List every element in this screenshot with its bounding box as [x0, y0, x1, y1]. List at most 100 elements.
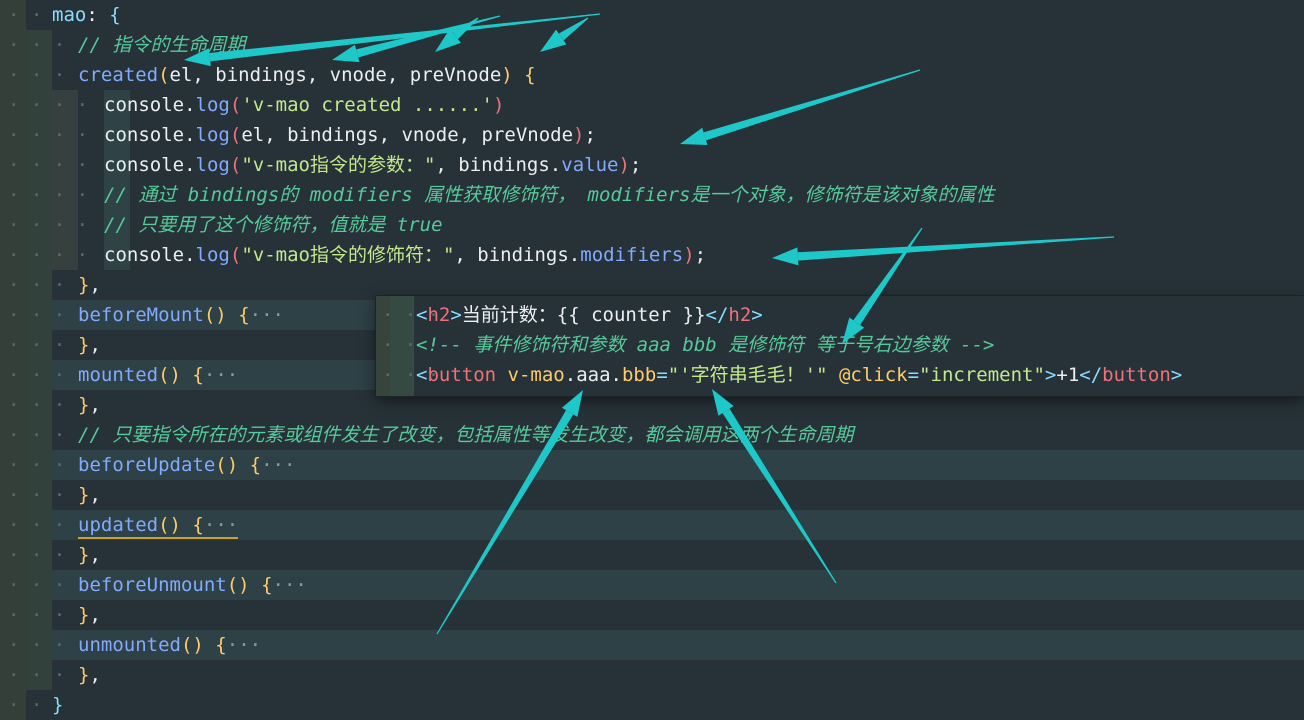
- code-token: ,: [435, 154, 459, 176]
- code-token: h2: [427, 304, 451, 326]
- code-line-text: // 指令的生命周期: [78, 30, 245, 60]
- code-token: >: [751, 304, 763, 326]
- indent-dots: · · ·: [8, 454, 77, 476]
- indent-dots: · · ·: [8, 484, 77, 506]
- code-token: .: [184, 124, 196, 146]
- code-token: ,: [89, 334, 101, 356]
- code-token: el, bindings, vnode, preVnode: [241, 124, 574, 146]
- code-token: ,: [89, 664, 101, 686]
- code-token: mounted: [78, 364, 159, 386]
- code-token: "v-mao指令的参数：": [241, 154, 436, 176]
- code-token: el, bindings, vnode, preVnode: [169, 64, 502, 86]
- code-token: {: [192, 364, 204, 386]
- overlay-code-line[interactable]: · · · <button v-mao.aaa.bbb="'字符串毛毛！'" @c…: [376, 360, 1304, 390]
- code-line[interactable]: · · }: [0, 690, 1304, 720]
- code-line[interactable]: · · · },: [0, 480, 1304, 510]
- code-token: (: [229, 124, 242, 146]
- code-token: log: [195, 94, 230, 116]
- indent-dots: · · ·: [8, 574, 77, 596]
- code-token: (): [158, 364, 181, 386]
- code-line[interactable]: · · · unmounted() {···: [0, 630, 1304, 660]
- code-token: v-mao: [507, 364, 565, 386]
- code-token: ···: [226, 634, 262, 656]
- code-token: bindings: [477, 244, 569, 266]
- code-token: ,: [89, 274, 101, 296]
- code-token: "increment": [919, 364, 1045, 386]
- indent-dots: · ·: [8, 694, 54, 716]
- code-token: mao: [52, 4, 87, 26]
- code-token: beforeUnmount: [78, 574, 227, 596]
- code-token: (): [180, 634, 204, 656]
- code-line[interactable]: · · · },: [0, 660, 1304, 690]
- code-line[interactable]: · · · created(el, bindings, vnode, preVn…: [0, 60, 1304, 90]
- code-token: {: [109, 4, 121, 26]
- indent-dots: · · ·: [8, 664, 77, 686]
- code-line-text: console.log(el, bindings, vnode, preVnod…: [104, 120, 596, 150]
- indent-dots: · · ·: [8, 364, 77, 386]
- code-token: .: [184, 154, 196, 176]
- code-token: {: [215, 634, 227, 656]
- code-token: ): [618, 154, 630, 176]
- code-token: value: [561, 154, 619, 176]
- code-token: // 只要用了这个修饰符，值就是 true: [104, 214, 443, 236]
- code-token: </: [1079, 364, 1103, 386]
- code-line[interactable]: · · · · console.log('v-mao created .....…: [0, 90, 1304, 120]
- code-line[interactable]: · · · beforeUnmount() {···: [0, 570, 1304, 600]
- code-line-text: mounted() {···: [78, 360, 238, 390]
- overlay-code-line[interactable]: · · · <h2>当前计数：{{ counter }}</h2>: [376, 300, 1304, 330]
- code-token: }: [78, 544, 90, 566]
- code-line[interactable]: · · · · console.log("v-mao指令的参数：", bindi…: [0, 150, 1304, 180]
- code-token: "'字符串毛毛！'": [667, 364, 828, 386]
- overlay-code-line[interactable]: · · · <!-- 事件修饰符和参数 aaa bbb 是修饰符 等于号右边参数 …: [376, 330, 1304, 360]
- code-token: {: [261, 574, 273, 596]
- code-line[interactable]: · · · updated() {···: [0, 510, 1304, 540]
- code-token: button: [427, 364, 497, 386]
- code-line[interactable]: · · mao: {: [0, 0, 1304, 30]
- code-line[interactable]: · · · // 指令的生命周期: [0, 30, 1304, 60]
- overlay-line-text: <h2>当前计数：{{ counter }}</h2>: [416, 300, 763, 330]
- code-line[interactable]: · · · · console.log("v-mao指令的修饰符：", bind…: [0, 240, 1304, 270]
- code-line-text: },: [78, 330, 101, 360]
- code-token: {: [238, 304, 250, 326]
- code-line-text: },: [78, 660, 101, 690]
- code-token: (: [229, 154, 242, 176]
- code-token: ): [492, 94, 505, 116]
- code-token: ···: [203, 514, 239, 536]
- code-line-text: }: [52, 690, 63, 720]
- code-token: bbb: [621, 364, 657, 386]
- code-token: ···: [203, 364, 239, 386]
- code-token: </: [705, 304, 729, 326]
- code-token: (): [226, 574, 250, 596]
- code-line[interactable]: · · · · // 通过 bindings的 modifiers 属性获取修饰…: [0, 180, 1304, 210]
- code-token: aaa: [576, 364, 611, 386]
- indent-dots: · · ·: [8, 334, 77, 356]
- code-line[interactable]: · · · beforeUpdate() {···: [0, 450, 1304, 480]
- code-token: ;: [629, 154, 642, 176]
- code-token: unmounted: [78, 634, 181, 656]
- code-line-text: beforeMount() {···: [78, 300, 284, 330]
- template-preview-popup[interactable]: · · · <h2>当前计数：{{ counter }}</h2> · · · <!-…: [376, 296, 1304, 396]
- indent-dots: · · · ·: [8, 94, 100, 116]
- code-token: modifiers: [580, 244, 684, 266]
- code-line-text: beforeUnmount() {···: [78, 570, 307, 600]
- code-token: log: [195, 124, 230, 146]
- code-line[interactable]: · · · },: [0, 600, 1304, 630]
- code-line[interactable]: · · · },: [0, 540, 1304, 570]
- code-token: created: [78, 64, 159, 86]
- code-token: ···: [272, 574, 307, 596]
- code-line[interactable]: · · · · console.log(el, bindings, vnode,…: [0, 120, 1304, 150]
- code-line-text: },: [78, 270, 101, 300]
- indent-dots: · · ·: [8, 544, 77, 566]
- code-line[interactable]: · · · // 只要指令所在的元素或组件发生了改变，包括属性等发生改变，都会调…: [0, 420, 1304, 450]
- indent-dots: · · ·: [8, 34, 77, 56]
- code-editor[interactable]: · · mao: {· · · // 指令的生命周期 · · · created(…: [0, 0, 1304, 720]
- overlay-line-text: <button v-mao.aaa.bbb="'字符串毛毛！'" @click=…: [416, 360, 1182, 390]
- code-line[interactable]: · · · · // 只要用了这个修饰符，值就是 true: [0, 210, 1304, 240]
